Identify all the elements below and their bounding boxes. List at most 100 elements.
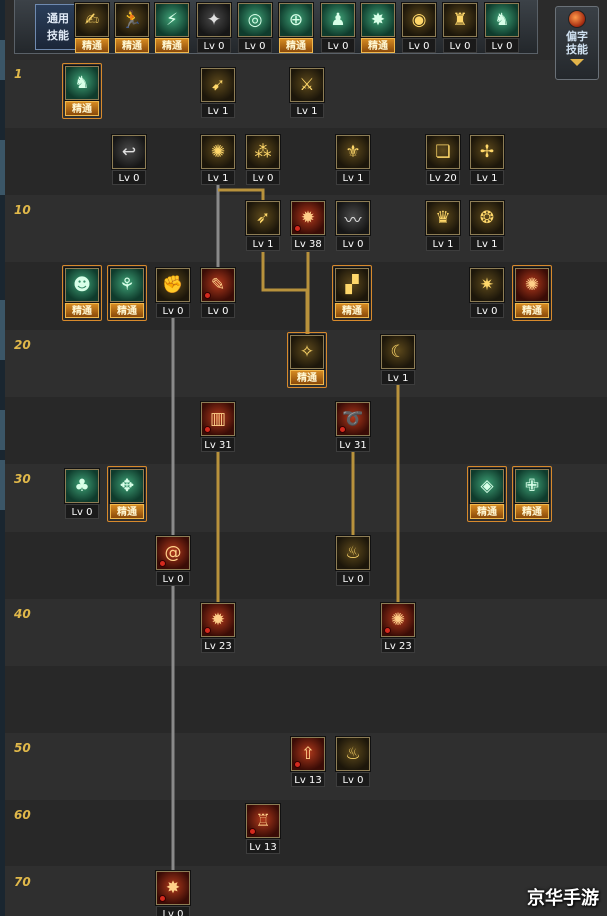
skill-slot[interactable]: ✸ Lv 0 bbox=[156, 871, 190, 916]
skill-slot[interactable]: ⊕ 精通 bbox=[279, 3, 313, 53]
skill-slot[interactable]: ♖ Lv 13 bbox=[246, 804, 280, 854]
crosshair-icon[interactable]: ⊕ bbox=[279, 3, 313, 37]
vortex-icon[interactable]: ✺ bbox=[201, 135, 235, 169]
emblem-icon[interactable]: ⚜ bbox=[336, 135, 370, 169]
level-label: 60 bbox=[14, 808, 31, 822]
target-icon[interactable]: ◎ bbox=[238, 3, 272, 37]
whirlwind-icon[interactable]: ✺ bbox=[381, 603, 415, 637]
skill-slot[interactable]: ✺ Lv 23 bbox=[381, 603, 415, 653]
skill-slot[interactable]: ◎ Lv 0 bbox=[238, 3, 272, 53]
skill-slot[interactable]: 🏃 精通 bbox=[115, 3, 149, 53]
skill-slot[interactable]: ✢ Lv 1 bbox=[470, 135, 504, 185]
skill-slot[interactable]: ◉ Lv 0 bbox=[402, 3, 436, 53]
shield-icon[interactable]: ◈ bbox=[470, 469, 504, 503]
skill-slot[interactable]: ✹ Lv 23 bbox=[201, 603, 235, 653]
shockwave-icon[interactable]: ✷ bbox=[470, 268, 504, 302]
skill-slot[interactable]: ▥ Lv 31 bbox=[201, 402, 235, 452]
bonfire-icon[interactable]: ♨ bbox=[336, 536, 370, 570]
skill-slot[interactable]: ✥ 精通 bbox=[110, 469, 144, 519]
skill-slot[interactable]: ➶ Lv 1 bbox=[246, 201, 280, 251]
fireball-icon[interactable]: ✺ bbox=[515, 268, 549, 302]
skill-slot[interactable]: ➰ Lv 31 bbox=[336, 402, 370, 452]
head-icon[interactable]: ☻ bbox=[65, 268, 99, 302]
skill-slot[interactable]: ☻ 精通 bbox=[65, 268, 99, 318]
skill-slot[interactable]: ♛ Lv 1 bbox=[426, 201, 460, 251]
doorway-icon[interactable]: ▞ bbox=[335, 268, 369, 302]
skill-slot[interactable]: ☾ Lv 1 bbox=[381, 335, 415, 385]
skill-slot[interactable]: ✺ 精通 bbox=[515, 268, 549, 318]
mastered-label: 精通 bbox=[515, 504, 549, 519]
inferno-icon[interactable]: ✹ bbox=[201, 603, 235, 637]
skill-slot[interactable]: ✹ Lv 38 bbox=[291, 201, 325, 251]
skill-slot[interactable]: ♜ Lv 0 bbox=[443, 3, 477, 53]
figure-icon[interactable]: ♟ bbox=[321, 3, 355, 37]
skill-slot[interactable]: ✧ 精通 bbox=[290, 335, 324, 385]
skill-slot[interactable]: ✦ Lv 0 bbox=[197, 3, 231, 53]
skill-slot[interactable]: ✺ Lv 1 bbox=[201, 135, 235, 185]
compass-icon[interactable]: ✥ bbox=[110, 469, 144, 503]
skill-slot[interactable]: ♨ Lv 0 bbox=[336, 737, 370, 787]
tab-side-skills[interactable]: 偏字 技能 bbox=[555, 6, 599, 80]
skill-slot[interactable]: ✍ 精通 bbox=[75, 3, 109, 53]
pose-icon[interactable]: ✍ bbox=[75, 3, 109, 37]
triangle-down-icon[interactable] bbox=[570, 59, 584, 66]
skill-slot[interactable]: ⁂ Lv 0 bbox=[246, 135, 280, 185]
dagger-icon[interactable]: ✎ bbox=[201, 268, 235, 302]
skill-slot[interactable]: ✷ Lv 0 bbox=[470, 268, 504, 318]
skill-slot[interactable]: ↩ Lv 0 bbox=[112, 135, 146, 185]
fist-icon[interactable]: ✊ bbox=[156, 268, 190, 302]
skill-slot[interactable]: ⚘ 精通 bbox=[110, 268, 144, 318]
kick-icon[interactable]: ➶ bbox=[246, 201, 280, 235]
witch-icon[interactable]: ♛ bbox=[426, 201, 460, 235]
skill-slot[interactable]: ❏ Lv 20 bbox=[426, 135, 460, 185]
explosion-icon[interactable]: ✸ bbox=[156, 871, 190, 905]
skill-slot[interactable]: ♞ Lv 0 bbox=[485, 3, 519, 53]
skill-slot[interactable]: ❂ Lv 1 bbox=[470, 201, 504, 251]
skill-slot[interactable]: ⚜ Lv 1 bbox=[336, 135, 370, 185]
book-icon[interactable]: ❏ bbox=[426, 135, 460, 169]
sparkle-icon[interactable]: ✧ bbox=[290, 335, 324, 369]
spiral-icon[interactable]: ❂ bbox=[470, 201, 504, 235]
cross-icon[interactable]: ✙ bbox=[515, 469, 549, 503]
wing-icon[interactable]: ✦ bbox=[197, 3, 231, 37]
skill-slot[interactable]: ♣ Lv 0 bbox=[65, 469, 99, 519]
skill-slot[interactable]: ♞ 精通 bbox=[65, 66, 99, 116]
whip-icon[interactable]: 〰 bbox=[336, 201, 370, 235]
pillar-icon[interactable]: ▥ bbox=[201, 402, 235, 436]
skill-slot[interactable]: ♨ Lv 0 bbox=[336, 536, 370, 586]
dash-icon[interactable]: ⚡ bbox=[155, 3, 189, 37]
burst-icon[interactable]: ✸ bbox=[361, 3, 395, 37]
ninja-icon[interactable]: ♞ bbox=[65, 66, 99, 100]
skill-slot[interactable]: ⚔ Lv 1 bbox=[290, 68, 324, 118]
eruption-icon[interactable]: ⇧ bbox=[291, 737, 325, 771]
sprint-icon[interactable]: ⚘ bbox=[110, 268, 144, 302]
skill-slot[interactable]: ⚡ 精通 bbox=[155, 3, 189, 53]
skill-slot[interactable]: ▞ 精通 bbox=[335, 268, 369, 318]
tree-icon[interactable]: ♣ bbox=[65, 469, 99, 503]
blast-icon[interactable]: ➹ bbox=[201, 68, 235, 102]
skill-slot[interactable]: ⇧ Lv 13 bbox=[291, 737, 325, 787]
flame-strike-icon[interactable]: ✹ bbox=[291, 201, 325, 235]
flames-icon[interactable]: ♨ bbox=[336, 737, 370, 771]
dragon-icon[interactable]: ➰ bbox=[336, 402, 370, 436]
skill-slot[interactable]: ♟ Lv 0 bbox=[321, 3, 355, 53]
spear-icon[interactable]: ⚔ bbox=[290, 68, 324, 102]
skill-slot[interactable]: ✸ 精通 bbox=[361, 3, 395, 53]
knot-icon[interactable]: ✢ bbox=[470, 135, 504, 169]
run-icon[interactable]: 🏃 bbox=[115, 3, 149, 37]
fortress-icon[interactable]: ♖ bbox=[246, 804, 280, 838]
swirl-icon[interactable]: @ bbox=[156, 536, 190, 570]
skill-slot[interactable]: ✙ 精通 bbox=[515, 469, 549, 519]
skill-slot[interactable]: ✊ Lv 0 bbox=[156, 268, 190, 318]
skill-slot[interactable]: ✎ Lv 0 bbox=[201, 268, 235, 318]
skill-slot[interactable]: ◈ 精通 bbox=[470, 469, 504, 519]
warrior-icon[interactable]: ♜ bbox=[443, 3, 477, 37]
skill-slot[interactable]: ➹ Lv 1 bbox=[201, 68, 235, 118]
skill-slot[interactable]: @ Lv 0 bbox=[156, 536, 190, 586]
skill-slot[interactable]: 〰 Lv 0 bbox=[336, 201, 370, 251]
stance-icon[interactable]: ♞ bbox=[485, 3, 519, 37]
eye-icon[interactable]: ◉ bbox=[402, 3, 436, 37]
hook-icon[interactable]: ↩ bbox=[112, 135, 146, 169]
orbs-icon[interactable]: ⁂ bbox=[246, 135, 280, 169]
ring-icon[interactable]: ☾ bbox=[381, 335, 415, 369]
